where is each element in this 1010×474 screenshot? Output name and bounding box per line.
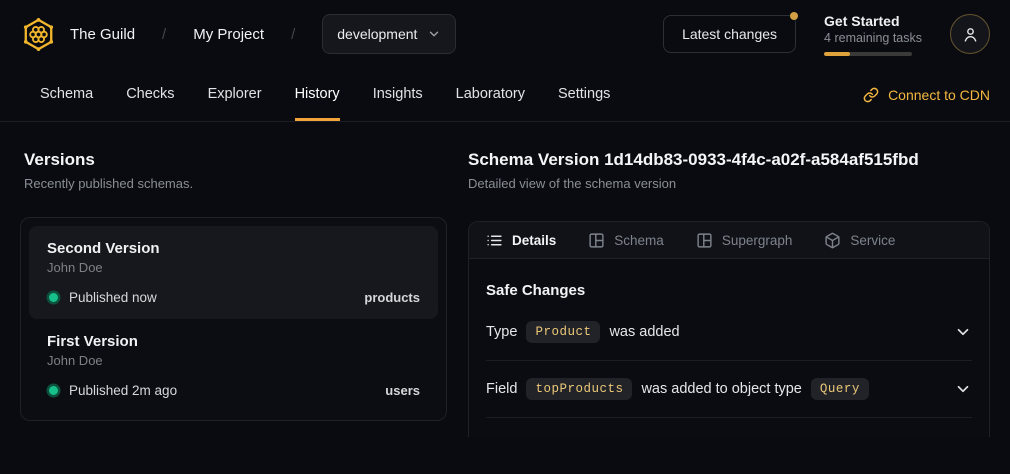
link-icon: [863, 87, 879, 103]
detail-tab-label: Details: [512, 233, 556, 248]
safe-changes-title: Safe Changes: [486, 282, 972, 299]
connect-to-cdn-label: Connect to CDN: [888, 87, 990, 103]
target-select-value: development: [337, 26, 417, 42]
breadcrumb-separator: /: [162, 26, 166, 43]
breadcrumb-org[interactable]: The Guild: [70, 26, 135, 43]
change-code-chip: Query: [811, 378, 869, 400]
change-text: was added: [609, 324, 679, 340]
breadcrumb-separator: /: [291, 26, 295, 43]
cube-icon: [824, 232, 841, 249]
version-name: First Version: [47, 333, 420, 350]
change-code-chip: topProducts: [526, 378, 632, 400]
chevron-down-icon: [427, 27, 441, 41]
get-started-title: Get Started: [824, 13, 922, 29]
detail-tab-details[interactable]: Details: [486, 232, 556, 249]
nav-tab-list: Schema Checks Explorer History Insights …: [20, 68, 610, 121]
user-avatar[interactable]: [950, 14, 990, 54]
columns-icon: [588, 232, 605, 249]
nav-tab-settings[interactable]: Settings: [558, 68, 610, 121]
nav-tab-explorer[interactable]: Explorer: [208, 68, 262, 121]
schema-version-subtitle: Detailed view of the schema version: [468, 176, 990, 191]
version-author: John Doe: [47, 353, 420, 368]
schema-version-title: Schema Version 1d14db83-0933-4f4c-a02f-a…: [468, 150, 990, 170]
latest-changes-button[interactable]: Latest changes: [663, 15, 796, 53]
nav-tab-history[interactable]: History: [295, 68, 340, 121]
chevron-down-icon[interactable]: [954, 323, 972, 341]
published-label: Published 2m ago: [69, 383, 177, 398]
version-name: Second Version: [47, 240, 420, 257]
header-actions: Latest changes Get Started 4 remaining t…: [663, 13, 990, 56]
schema-version-panel: Schema Version 1d14db83-0933-4f4c-a02f-a…: [468, 150, 990, 437]
published-status-dot: [49, 293, 58, 302]
breadcrumb-project[interactable]: My Project: [193, 26, 264, 43]
schema-version-detail-box: Details Schema Sup: [468, 221, 990, 437]
nav-tab-schema[interactable]: Schema: [40, 68, 93, 121]
version-card[interactable]: Second Version John Doe Published now pr…: [29, 226, 438, 319]
version-author: John Doe: [47, 260, 420, 275]
main-content: Versions Recently published schemas. Sec…: [0, 122, 1010, 437]
get-started-widget[interactable]: Get Started 4 remaining tasks: [824, 13, 922, 56]
versions-title: Versions: [20, 150, 447, 170]
notification-dot: [790, 12, 798, 20]
columns-icon: [696, 232, 713, 249]
published-label: Published now: [69, 290, 157, 305]
get-started-progress-fill: [824, 52, 850, 56]
detail-content: Safe Changes Type Product was added Fiel…: [469, 282, 989, 418]
versions-list: Second Version John Doe Published now pr…: [20, 217, 447, 421]
published-status-dot: [49, 386, 58, 395]
project-nav: Schema Checks Explorer History Insights …: [0, 68, 1010, 122]
change-text: was added to object type: [641, 381, 801, 397]
detail-tab-label: Supergraph: [722, 233, 793, 248]
change-row[interactable]: Type Product was added: [486, 304, 972, 361]
get-started-progress-track: [824, 52, 912, 56]
connect-to-cdn-link[interactable]: Connect to CDN: [863, 68, 990, 121]
version-card[interactable]: First Version John Doe Published 2m ago …: [29, 319, 438, 412]
change-code-chip: Product: [526, 321, 600, 343]
chevron-down-icon[interactable]: [954, 380, 972, 398]
change-text: Type: [486, 324, 517, 340]
breadcrumb: The Guild / My Project / development: [20, 14, 456, 54]
version-meta: Published now products: [47, 290, 420, 305]
detail-tab-supergraph[interactable]: Supergraph: [696, 232, 793, 249]
detail-tab-label: Service: [850, 233, 895, 248]
nav-tab-checks[interactable]: Checks: [126, 68, 174, 121]
service-name: users: [385, 383, 420, 398]
service-name: products: [364, 290, 420, 305]
versions-subtitle: Recently published schemas.: [20, 176, 447, 191]
hive-logo-icon[interactable]: [20, 16, 57, 53]
nav-tab-insights[interactable]: Insights: [373, 68, 423, 121]
change-row[interactable]: Field topProducts was added to object ty…: [486, 361, 972, 418]
latest-changes-label: Latest changes: [682, 26, 777, 42]
get-started-subtitle: 4 remaining tasks: [824, 31, 922, 45]
versions-panel: Versions Recently published schemas. Sec…: [20, 150, 447, 437]
change-text: Field: [486, 381, 517, 397]
app-header: The Guild / My Project / development Lat…: [0, 0, 1010, 68]
list-icon: [486, 232, 503, 249]
detail-tab-list: Details Schema Sup: [469, 222, 989, 259]
version-meta: Published 2m ago users: [47, 383, 420, 398]
nav-tab-laboratory[interactable]: Laboratory: [456, 68, 525, 121]
target-select[interactable]: development: [322, 14, 456, 54]
detail-tab-label: Schema: [614, 233, 664, 248]
detail-tab-schema[interactable]: Schema: [588, 232, 664, 249]
person-icon: [961, 25, 980, 44]
detail-tab-service[interactable]: Service: [824, 232, 895, 249]
